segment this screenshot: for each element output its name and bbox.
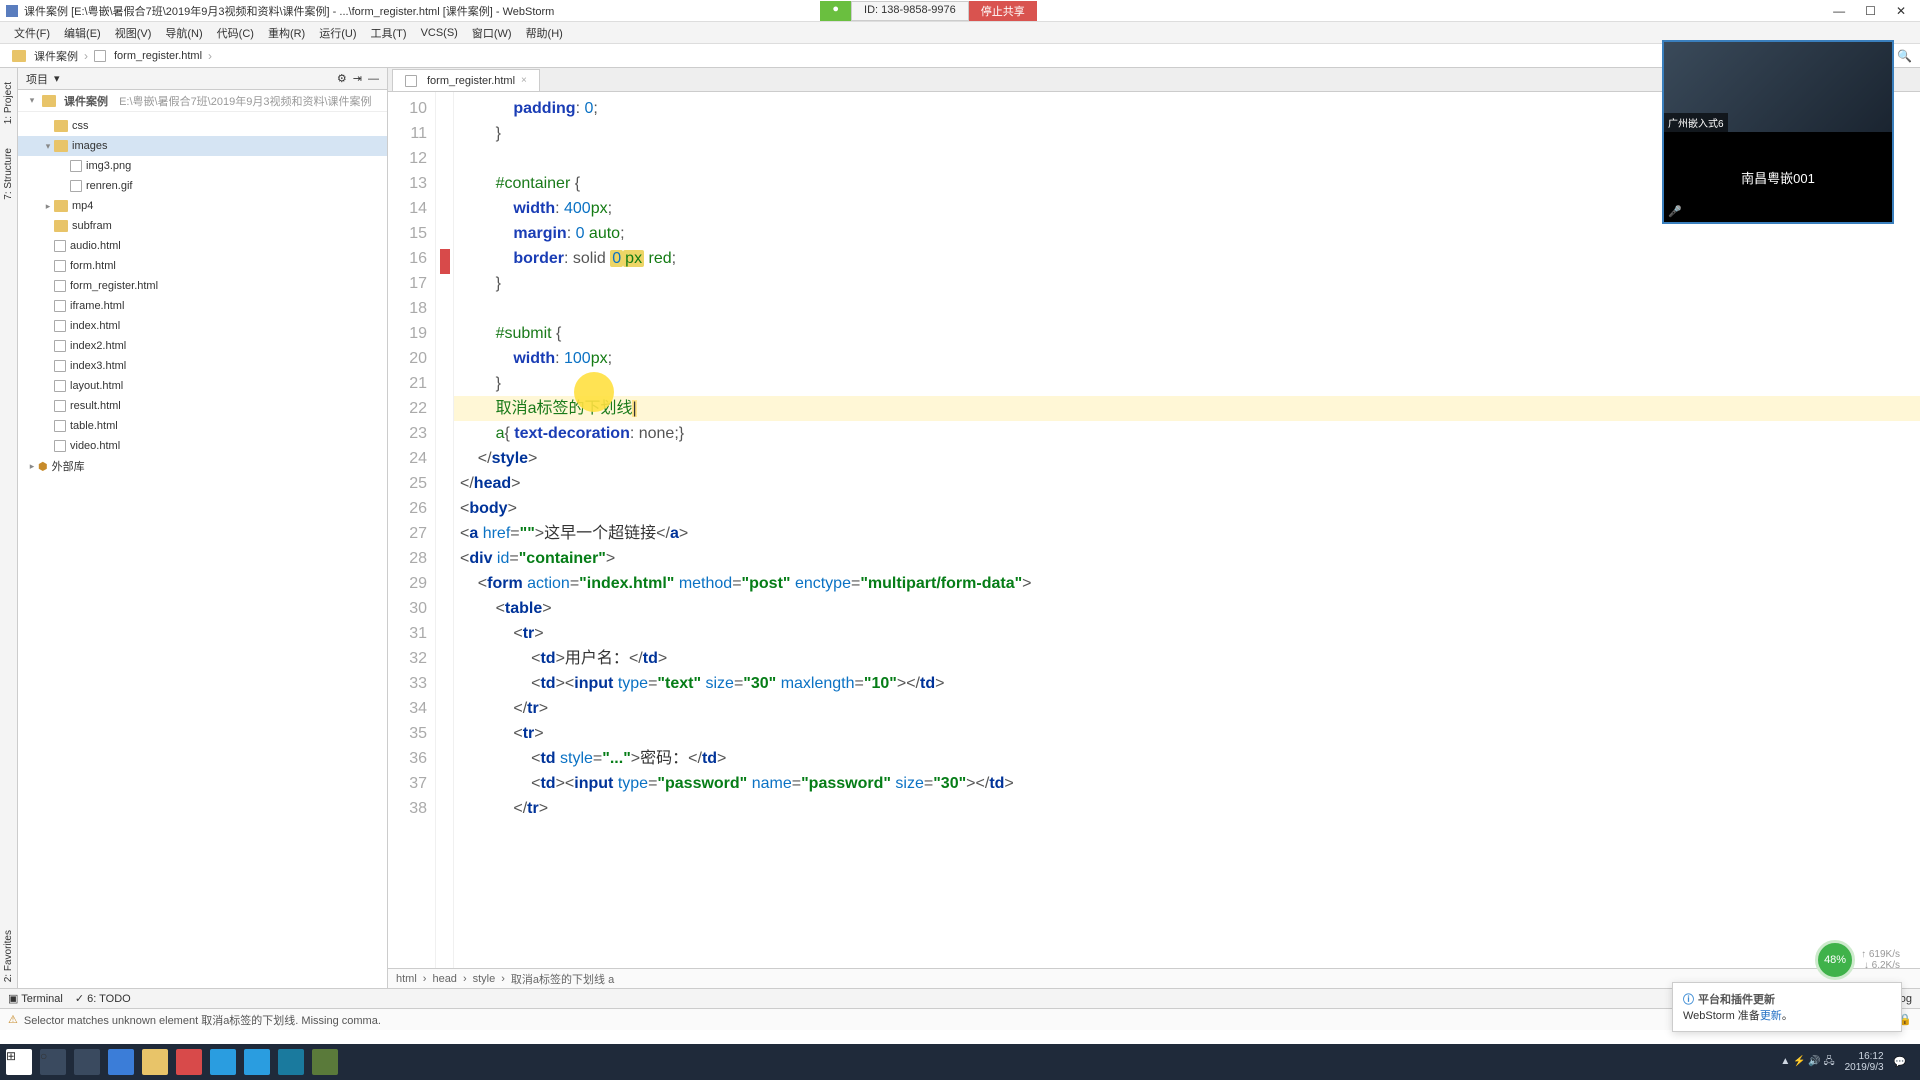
tray-icons[interactable]: ▲ ⚡ 🔊 🖧: [1780, 1054, 1834, 1071]
explorer-icon[interactable]: [142, 1049, 168, 1075]
file-result[interactable]: result.html: [18, 396, 387, 416]
menu-help[interactable]: 帮助(H): [520, 23, 569, 43]
bc-root[interactable]: 课件案例: [8, 46, 82, 66]
tab-project[interactable]: 1: Project: [1, 76, 16, 130]
webstorm-icon[interactable]: [278, 1049, 304, 1075]
menu-tools[interactable]: 工具(T): [365, 23, 413, 43]
status-bar: ⚠ Selector matches unknown element 取消a标签…: [0, 1008, 1920, 1030]
file-form[interactable]: form.html: [18, 256, 387, 276]
folder-images[interactable]: ▾images: [18, 136, 387, 156]
folder-mp4[interactable]: ▸mp4: [18, 196, 387, 216]
bc-file[interactable]: form_register.html: [90, 48, 206, 64]
search-icon[interactable]: 🔍: [1897, 49, 1912, 63]
menu-vcs[interactable]: VCS(S): [415, 25, 464, 41]
title-bar: 课件案例 [E:\粤嵌\暑假合7班\2019年9月3视频和资料\课件案例] - …: [0, 0, 1920, 22]
app-icon-2[interactable]: [244, 1049, 270, 1075]
mic-muted-icon: 🎤: [1668, 205, 1682, 218]
left-tool-strip: 1: Project 7: Structure 2: Favorites: [0, 68, 18, 988]
menu-run[interactable]: 运行(U): [313, 23, 362, 43]
window-title: 课件案例 [E:\粤嵌\暑假合7班\2019年9月3视频和资料\课件案例] - …: [24, 3, 820, 19]
file-layout[interactable]: layout.html: [18, 376, 387, 396]
menu-edit[interactable]: 编辑(E): [58, 23, 107, 43]
status-message: Selector matches unknown element 取消a标签的下…: [24, 1012, 381, 1028]
menu-nav[interactable]: 导航(N): [159, 23, 208, 43]
camera-bottom: 南昌粤嵌001 🎤: [1664, 132, 1892, 222]
app-icon: [6, 5, 18, 17]
stop-share-button[interactable]: 停止共享: [969, 1, 1037, 21]
menu-code[interactable]: 代码(C): [211, 23, 260, 43]
bottom-toolbar: ▣ Terminal ✓ 6: TODO 📋 Event Log: [0, 988, 1920, 1008]
menu-view[interactable]: 视图(V): [109, 23, 158, 43]
menu-refactor[interactable]: 重构(R): [262, 23, 311, 43]
file-audio[interactable]: audio.html: [18, 236, 387, 256]
gutter-marks: [436, 92, 454, 968]
highlight-marker: [574, 372, 614, 412]
close-button[interactable]: ✕: [1896, 4, 1906, 18]
share-id: ID: 138-9858-9976: [851, 1, 969, 21]
maximize-button[interactable]: ☐: [1865, 4, 1876, 18]
hide-icon[interactable]: —: [368, 73, 379, 85]
menu-window[interactable]: 窗口(W): [466, 23, 518, 43]
action-center-icon[interactable]: 💬: [1894, 1057, 1906, 1068]
share-indicator: ●: [820, 1, 851, 21]
gear-icon[interactable]: ⚙: [337, 72, 347, 85]
camera-label-top: 广州嵌入式6: [1664, 113, 1728, 132]
external-libs[interactable]: ▸⬢外部库: [18, 456, 387, 476]
file-renren[interactable]: renren.gif: [18, 176, 387, 196]
project-panel: 项目 ▾ ⚙ ⇥ — ▾ 课件案例 E:\粤嵌\暑假合7班\2019年9月3视频…: [18, 68, 388, 988]
folder-css[interactable]: css: [18, 116, 387, 136]
todo-tab[interactable]: ✓ 6: TODO: [75, 992, 131, 1005]
panel-title: 项目: [26, 71, 48, 87]
file-iframe[interactable]: iframe.html: [18, 296, 387, 316]
tab-favorites[interactable]: 2: Favorites: [1, 924, 16, 988]
camera-top: 广州嵌入式6: [1664, 42, 1892, 132]
menu-file[interactable]: 文件(F): [8, 23, 56, 43]
app-icon-3[interactable]: [312, 1049, 338, 1075]
file-form-register[interactable]: form_register.html: [18, 276, 387, 296]
taskview-icon[interactable]: [74, 1049, 100, 1075]
project-root[interactable]: 课件案例: [64, 93, 108, 109]
tab-form-register[interactable]: form_register.html×: [392, 69, 540, 91]
share-controls: ● ID: 138-9858-9976 停止共享: [820, 1, 1036, 21]
file-index3[interactable]: index3.html: [18, 356, 387, 376]
breakpoint-icon[interactable]: [440, 249, 450, 274]
chrome-icon[interactable]: [176, 1049, 202, 1075]
line-gutter: 1011121314151617181920212223242526272829…: [388, 92, 436, 968]
terminal-tab[interactable]: ▣ Terminal: [8, 992, 63, 1005]
breadcrumb: 课件案例 › form_register.html › ▶ ⚙ ■ 🔍: [0, 44, 1920, 68]
file-img3[interactable]: img3.png: [18, 156, 387, 176]
folder-subfram[interactable]: subfram: [18, 216, 387, 236]
edge-icon[interactable]: [108, 1049, 134, 1075]
net-badge: 48% ↑ 619K/s↓ 6.2K/s: [1815, 940, 1900, 980]
close-icon[interactable]: ×: [521, 75, 527, 86]
notification-popup: ⓘ 平台和插件更新 WebStorm 准备更新。: [1672, 982, 1902, 1032]
file-table[interactable]: table.html: [18, 416, 387, 436]
taskbar[interactable]: ⊞ ○ ▲ ⚡ 🔊 🖧 16:122019/9/3 💬: [0, 1044, 1920, 1080]
tab-structure[interactable]: 7: Structure: [1, 142, 16, 206]
start-button[interactable]: ⊞: [6, 1049, 32, 1075]
menu-bar: 文件(F) 编辑(E) 视图(V) 导航(N) 代码(C) 重构(R) 运行(U…: [0, 22, 1920, 44]
app-icon-1[interactable]: [210, 1049, 236, 1075]
update-link[interactable]: 更新: [1760, 1010, 1782, 1022]
file-video[interactable]: video.html: [18, 436, 387, 456]
cortana-icon[interactable]: ○: [40, 1049, 66, 1075]
video-overlay[interactable]: 广州嵌入式6 南昌粤嵌001 🎤: [1662, 40, 1894, 224]
project-tree[interactable]: css ▾images img3.png renren.gif ▸mp4 sub…: [18, 112, 387, 988]
minimize-button[interactable]: —: [1833, 4, 1845, 18]
file-index[interactable]: index.html: [18, 316, 387, 336]
collapse-icon[interactable]: ⇥: [353, 72, 362, 85]
file-index2[interactable]: index2.html: [18, 336, 387, 356]
